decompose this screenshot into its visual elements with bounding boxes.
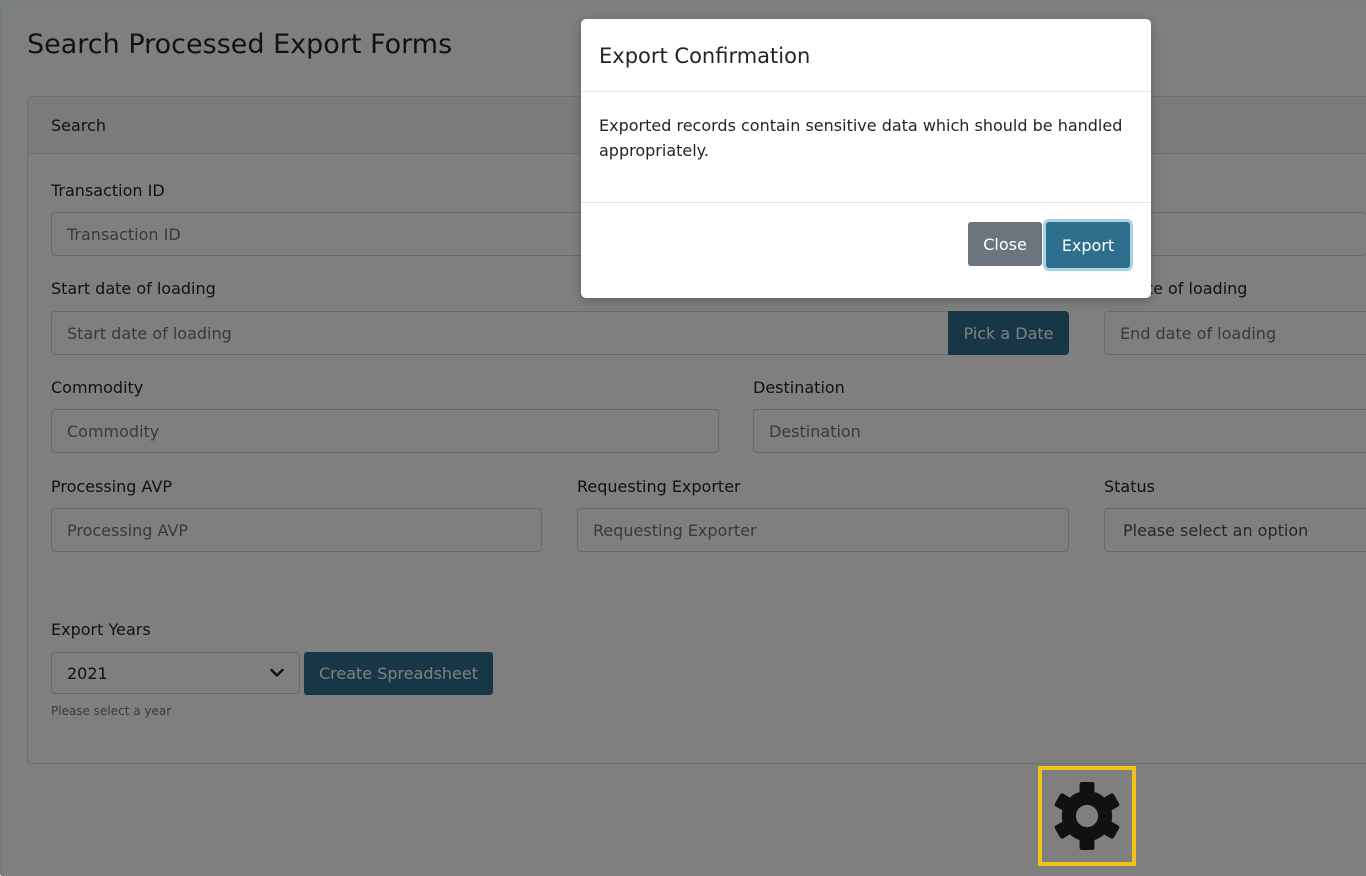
close-button[interactable]: Close — [968, 222, 1042, 266]
gear-icon[interactable] — [1050, 779, 1124, 853]
page: Search Processed Export Forms Search Tra… — [0, 0, 1366, 876]
export-button[interactable]: Export — [1046, 222, 1130, 268]
modal-title: Export Confirmation — [581, 19, 1151, 92]
modal-footer: Close Export — [581, 203, 1151, 297]
export-confirmation-modal: Export Confirmation Exported records con… — [581, 19, 1151, 298]
modal-body-text: Exported records contain sensitive data … — [581, 92, 1151, 203]
settings-highlight[interactable] — [1038, 766, 1136, 866]
